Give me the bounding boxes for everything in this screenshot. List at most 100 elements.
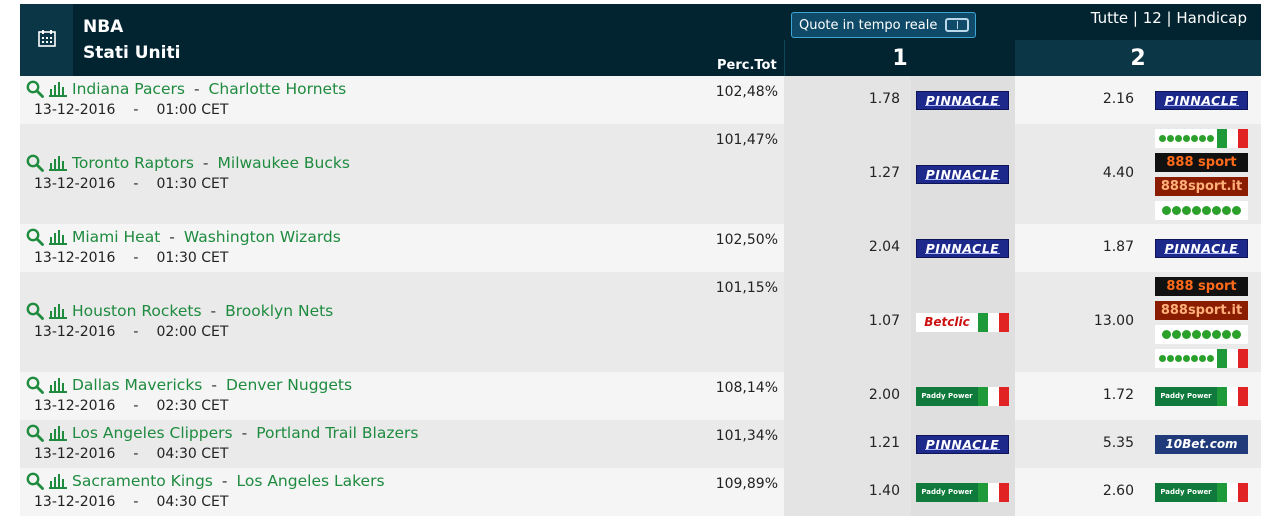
odd-home-cell[interactable]: 1.07 (784, 272, 911, 372)
odd-home-cell[interactable]: 1.21 (784, 420, 911, 468)
bookmaker-away-cell: PINNACLE (1145, 76, 1261, 124)
odd-away-value[interactable]: 13.00 (1094, 313, 1134, 329)
bookmaker-logo-10bet[interactable]: 10Bet.com (1155, 434, 1248, 454)
bookmaker-logo-paddypower-it[interactable]: Paddy Power (916, 386, 1009, 406)
away-team-link[interactable]: Los Angeles Lakers (236, 472, 384, 490)
away-team-link[interactable]: Charlotte Hornets (209, 80, 347, 98)
match-date: 13-12-2016 (34, 176, 116, 192)
search-icon[interactable] (26, 302, 44, 320)
odd-home-cell[interactable]: 2.00 (784, 372, 911, 420)
team-separator: - (221, 472, 228, 490)
bookmaker-logo-betclic-it[interactable]: Betclic (916, 312, 1009, 332)
match-time: 01:00 CET (156, 102, 229, 118)
odd-away-value[interactable]: 4.40 (1103, 165, 1134, 181)
bar-chart-icon[interactable] (48, 377, 68, 393)
bookmaker-logo-unibet[interactable] (1155, 200, 1248, 220)
bookmaker-logo-unibet-it[interactable] (1155, 128, 1248, 148)
odd-home-cell[interactable]: 1.27 (784, 124, 911, 224)
match-date: 13-12-2016 (34, 494, 116, 510)
bar-chart-icon[interactable] (48, 425, 68, 441)
market-filters[interactable]: Tutte | 12 | Handicap (1091, 9, 1247, 27)
search-icon[interactable] (26, 424, 44, 442)
home-team-link[interactable]: Houston Rockets (72, 302, 202, 320)
away-team-link[interactable]: Portland Trail Blazers (256, 424, 418, 442)
bookmaker-logo-paddypower-it[interactable]: Paddy Power (1155, 482, 1248, 502)
bar-chart-icon[interactable] (48, 81, 68, 97)
bookmaker-logo-pinnacle[interactable]: PINNACLE (1155, 90, 1248, 110)
bar-chart-icon[interactable] (48, 155, 68, 171)
bookmaker-logo-pinnacle[interactable]: PINNACLE (916, 434, 1009, 454)
odd-home-value[interactable]: 2.00 (869, 387, 900, 403)
col-header-1: 1 (784, 40, 1015, 76)
odd-away-value[interactable]: 2.60 (1103, 483, 1134, 499)
home-team-link[interactable]: Miami Heat (72, 228, 160, 246)
odd-home-value[interactable]: 1.07 (869, 313, 900, 329)
match-time: 02:00 CET (156, 324, 229, 340)
odd-away-cell[interactable]: 2.60 (1015, 468, 1145, 516)
odd-home-value[interactable]: 1.40 (869, 483, 900, 499)
odd-home-value[interactable]: 1.27 (869, 165, 900, 181)
odd-away-cell[interactable]: 2.16 (1015, 76, 1145, 124)
match-cell: Miami Heat - Washington Wizards 13-12-2016-… (20, 224, 784, 272)
bookmaker-logo-pinnacle[interactable]: PINNACLE (916, 238, 1009, 258)
bookmaker-away-cell: 888 sport 888sport.it (1145, 124, 1261, 224)
away-team-link[interactable]: Denver Nuggets (226, 376, 352, 394)
search-icon[interactable] (26, 228, 44, 246)
search-icon[interactable] (26, 154, 44, 172)
bookmaker-logo-paddypower-it[interactable]: Paddy Power (916, 482, 1009, 502)
odd-away-value[interactable]: 5.35 (1103, 435, 1134, 451)
odd-away-cell[interactable]: 13.00 (1015, 272, 1145, 372)
bookmaker-logo-paddypower-it[interactable]: Paddy Power (1155, 386, 1248, 406)
away-team-link[interactable]: Brooklyn Nets (225, 302, 333, 320)
odd-away-cell[interactable]: 1.72 (1015, 372, 1145, 420)
away-team-link[interactable]: Milwaukee Bucks (218, 154, 350, 172)
realtime-label: Quote in tempo reale (799, 17, 938, 33)
bookmaker-logo-888sport[interactable]: 888 sport (1155, 276, 1248, 296)
bar-chart-icon[interactable] (48, 303, 68, 319)
unibet-logo (1155, 348, 1217, 368)
table-header: NBA Stati Uniti Perc.Tot Quote in tempo … (20, 4, 1261, 76)
home-team-link[interactable]: Toronto Raptors (72, 154, 194, 172)
odd-away-cell[interactable]: 1.87 (1015, 224, 1145, 272)
search-icon[interactable] (26, 80, 44, 98)
perc-header: Perc.Tot (717, 58, 777, 73)
home-team-link[interactable]: Los Angeles Clippers (72, 424, 233, 442)
away-team-link[interactable]: Washington Wizards (184, 228, 341, 246)
home-team-link[interactable]: Dallas Mavericks (72, 376, 202, 394)
odd-home-cell[interactable]: 2.04 (784, 224, 911, 272)
odd-home-value[interactable]: 2.04 (869, 239, 900, 255)
bookmaker-logo-888sport-it[interactable]: 888sport.it (1155, 300, 1248, 320)
bookmaker-logo-888sport-it[interactable]: 888sport.it (1155, 176, 1248, 196)
italy-flag-icon (1217, 482, 1248, 502)
odd-away-value[interactable]: 2.16 (1103, 91, 1134, 107)
paddypower-logo: Paddy Power (1155, 482, 1217, 502)
team-separator: - (193, 80, 200, 98)
match-date: 13-12-2016 (34, 446, 116, 462)
odd-home-value[interactable]: 1.78 (869, 91, 900, 107)
odd-away-cell[interactable]: 4.40 (1015, 124, 1145, 224)
bookmaker-logo-pinnacle[interactable]: PINNACLE (1155, 238, 1248, 258)
bookmaker-logo-unibet-it[interactable] (1155, 348, 1248, 368)
search-icon[interactable] (26, 472, 44, 490)
home-team-link[interactable]: Sacramento Kings (72, 472, 213, 490)
odd-away-value[interactable]: 1.87 (1103, 239, 1134, 255)
table-row: Los Angeles Clippers - Portland Trail Blaz… (20, 420, 1261, 468)
bar-chart-icon[interactable] (48, 229, 68, 245)
bookmaker-logo-pinnacle[interactable]: PINNACLE (916, 90, 1009, 110)
bookmaker-logo-unibet[interactable] (1155, 324, 1248, 344)
home-team-link[interactable]: Indiana Pacers (72, 80, 185, 98)
realtime-odds-toggle[interactable]: Quote in tempo reale (791, 12, 977, 38)
bar-chart-icon[interactable] (48, 473, 68, 489)
bookmaker-logo-888sport[interactable]: 888 sport (1155, 152, 1248, 172)
bookmaker-logo-pinnacle[interactable]: PINNACLE (916, 164, 1009, 184)
search-icon[interactable] (26, 376, 44, 394)
calendar-button[interactable] (20, 4, 73, 76)
odd-away-cell[interactable]: 5.35 (1015, 420, 1145, 468)
table-row: Miami Heat - Washington Wizards 13-12-2016-… (20, 224, 1261, 272)
odd-home-cell[interactable]: 1.78 (784, 76, 911, 124)
team-separator: - (211, 376, 217, 394)
odd-home-value[interactable]: 1.21 (869, 435, 900, 451)
league-title: NBA Stati Uniti (83, 14, 180, 66)
odd-away-value[interactable]: 1.72 (1103, 387, 1134, 403)
odd-home-cell[interactable]: 1.40 (784, 468, 911, 516)
